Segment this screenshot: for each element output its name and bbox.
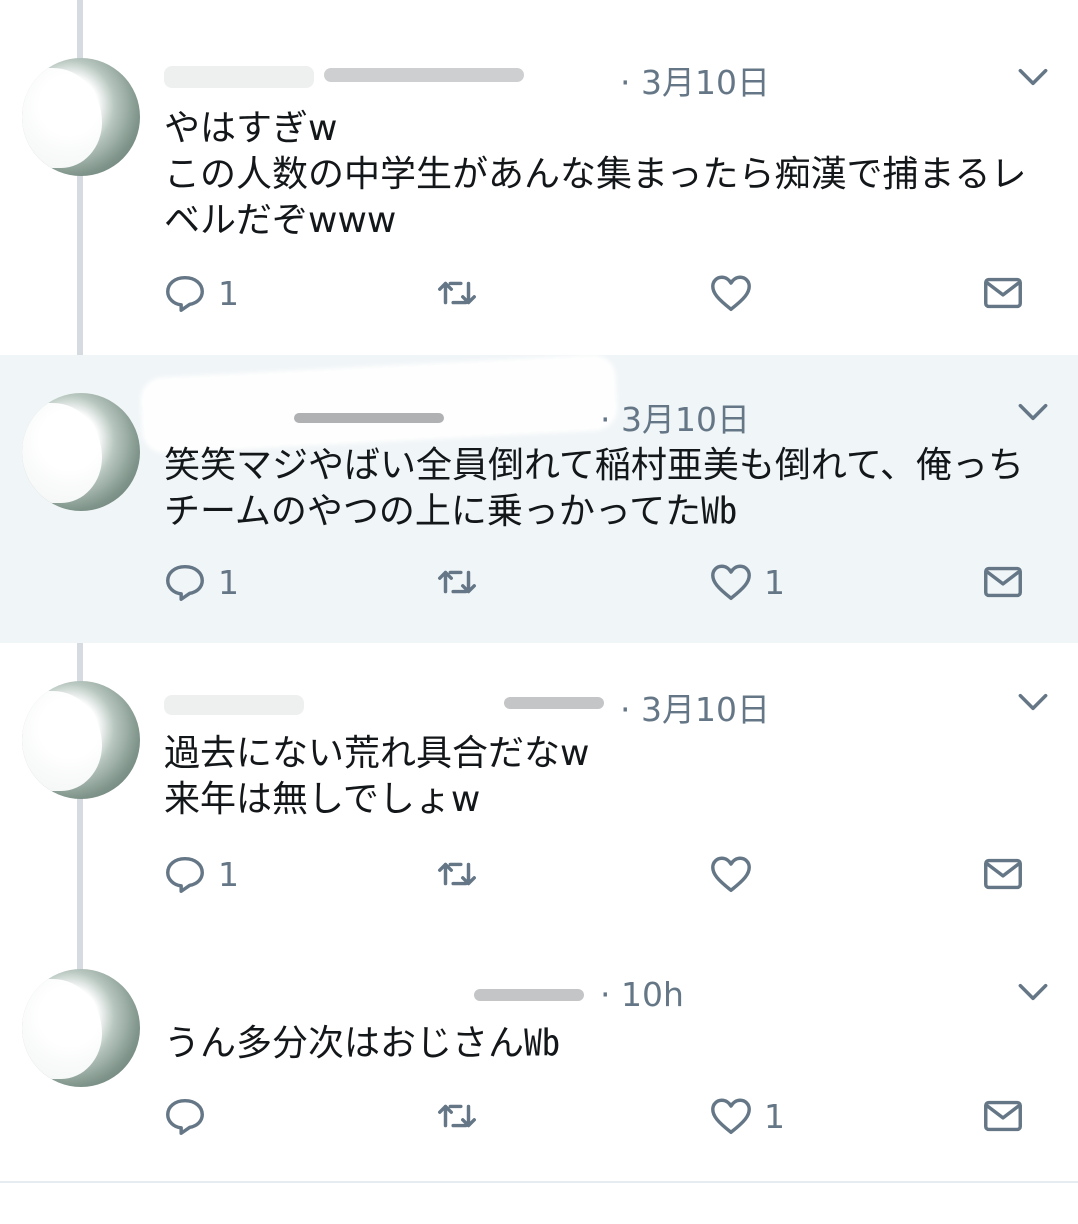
tweet-text: やはすぎw この人数の中学生があんな集まったら痴漢で捕まるレベルだぞwww — [164, 108, 1027, 241]
chevron-down-icon[interactable] — [1014, 393, 1052, 431]
avatar[interactable] — [22, 681, 140, 799]
heart-icon — [711, 1098, 751, 1135]
heart-icon — [711, 275, 751, 312]
heart-icon — [711, 564, 751, 601]
tweet-header — [159, 56, 988, 96]
retweet-button[interactable] — [434, 268, 480, 318]
tweet[interactable]: · 3月10日 笑笑マジやばい全員倒れて稲村亜美も倒れて、俺っちチームのやつの上… — [0, 355, 1078, 643]
reply-button[interactable]: 1 — [162, 849, 239, 899]
dm-button[interactable] — [980, 268, 1026, 318]
dm-button[interactable] — [980, 557, 1026, 607]
reply-icon — [166, 275, 204, 312]
tweet[interactable]: · 10h うん多分次はおじさん㏝ 1 — [0, 943, 1078, 1181]
divider — [0, 1181, 1078, 1183]
tweet-timestamp[interactable]: · 10h — [600, 975, 684, 1014]
reply-icon — [166, 564, 204, 601]
like-count: 1 — [764, 562, 785, 602]
like-button[interactable] — [708, 849, 764, 899]
tweet-timestamp[interactable]: · 3月10日 — [620, 683, 770, 731]
reply-icon — [166, 1098, 204, 1135]
tweet-actions: 1 — [0, 1091, 1078, 1141]
retweet-button[interactable] — [434, 849, 480, 899]
tweet[interactable]: · 3月10日 過去にない荒れ具合だなw 来年は無しでしょw 1 — [0, 643, 1078, 943]
tweet-actions: 1 — [0, 849, 1078, 899]
reply-icon — [166, 856, 204, 893]
reply-count: 1 — [218, 273, 239, 313]
avatar[interactable] — [22, 969, 140, 1087]
avatar[interactable] — [22, 393, 140, 511]
tweet-header — [142, 356, 988, 452]
chevron-down-icon[interactable] — [1014, 683, 1052, 721]
reply-button[interactable] — [162, 1091, 218, 1141]
reply-count: 1 — [218, 562, 239, 602]
tweet-timestamp[interactable]: · 3月10日 — [620, 56, 770, 104]
retweet-icon — [438, 862, 476, 886]
envelope-icon — [984, 1100, 1022, 1132]
reply-button[interactable]: 1 — [162, 557, 239, 607]
tweet-actions: 1 1 — [0, 557, 1078, 607]
chevron-down-icon[interactable] — [1014, 973, 1052, 1011]
dm-button[interactable] — [980, 849, 1026, 899]
avatar[interactable] — [22, 58, 140, 176]
like-count: 1 — [764, 1096, 785, 1136]
tweet-actions: 1 — [0, 268, 1078, 318]
envelope-icon — [984, 277, 1022, 309]
tweet-text: 笑笑マジやばい全員倒れて稲村亜美も倒れて、俺っちチームのやつの上に乗っかってた㏝ — [164, 445, 1025, 532]
retweet-button[interactable] — [434, 557, 480, 607]
retweet-icon — [438, 570, 476, 594]
reply-count: 1 — [218, 854, 239, 894]
tweet-header — [159, 683, 988, 723]
like-button[interactable] — [708, 268, 764, 318]
chevron-down-icon[interactable] — [1014, 58, 1052, 96]
tweet-timestamp[interactable]: · 3月10日 — [600, 393, 750, 441]
dm-button[interactable] — [980, 1091, 1026, 1141]
tweet-header — [158, 959, 988, 1019]
tweet-text: うん多分次はおじさん㏝ — [164, 1023, 561, 1064]
tweet-text: 過去にない荒れ具合だなw 来年は無しでしょw — [164, 733, 590, 820]
envelope-icon — [984, 566, 1022, 598]
retweet-icon — [438, 281, 476, 305]
tweet[interactable]: · 3月10日 やはすぎw この人数の中学生があんな集まったら痴漢で捕まるレベル… — [0, 0, 1078, 355]
like-button[interactable]: 1 — [708, 557, 785, 607]
envelope-icon — [984, 858, 1022, 890]
retweet-button[interactable] — [434, 1091, 480, 1141]
reply-button[interactable]: 1 — [162, 268, 239, 318]
retweet-icon — [438, 1104, 476, 1128]
heart-icon — [711, 856, 751, 893]
like-button[interactable]: 1 — [708, 1091, 785, 1141]
